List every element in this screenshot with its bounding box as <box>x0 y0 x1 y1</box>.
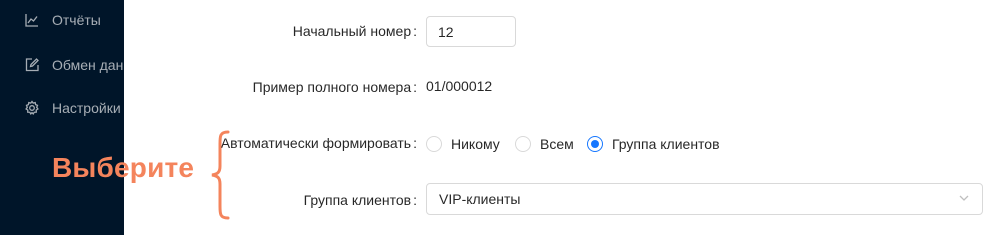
radio-label: Группа клиентов <box>612 136 720 152</box>
sidebar-item-settings[interactable]: Настройки <box>0 88 124 128</box>
example-number-value: 01/000012 <box>426 78 493 94</box>
chevron-down-icon <box>958 191 970 207</box>
example-number-label: Пример полного номера: <box>252 79 417 95</box>
radio-circle[interactable] <box>515 136 531 152</box>
client-group-select[interactable]: VIP-клиенты <box>426 183 983 215</box>
edit-square-icon <box>24 57 40 73</box>
radio-circle-checked[interactable] <box>587 136 603 152</box>
sidebar-item-label: Настройки <box>52 100 121 116</box>
client-group-selected-value: VIP-клиенты <box>439 191 521 207</box>
sidebar-item-data-exchange[interactable]: Обмен данными <box>0 45 124 85</box>
start-number-label: Начальный номер: <box>292 23 417 39</box>
sidebar: Отчёты Обмен данными Настройки <box>0 0 124 235</box>
gear-icon <box>24 100 40 116</box>
auto-form-label: Автоматически формировать: <box>220 135 417 151</box>
start-number-input[interactable]: 12 <box>426 16 516 47</box>
curly-brace-annotation <box>211 130 230 220</box>
radio-option-nobody[interactable]: Никому <box>426 133 500 155</box>
radio-option-all[interactable]: Всем <box>515 133 574 155</box>
sidebar-item-label: Обмен данными <box>52 57 124 73</box>
client-group-label: Группа клиентов: <box>303 192 417 208</box>
radio-label: Никому <box>451 136 500 152</box>
radio-label: Всем <box>540 136 574 152</box>
sidebar-item-label: Отчёты <box>52 12 101 28</box>
line-chart-icon <box>24 12 40 28</box>
radio-option-client-group[interactable]: Группа клиентов <box>587 133 720 155</box>
annotation-text: Выберите <box>52 152 195 183</box>
page: Отчёты Обмен данными Настройки Нач <box>0 0 1005 235</box>
radio-circle[interactable] <box>426 136 442 152</box>
sidebar-item-reports[interactable]: Отчёты <box>0 0 124 40</box>
